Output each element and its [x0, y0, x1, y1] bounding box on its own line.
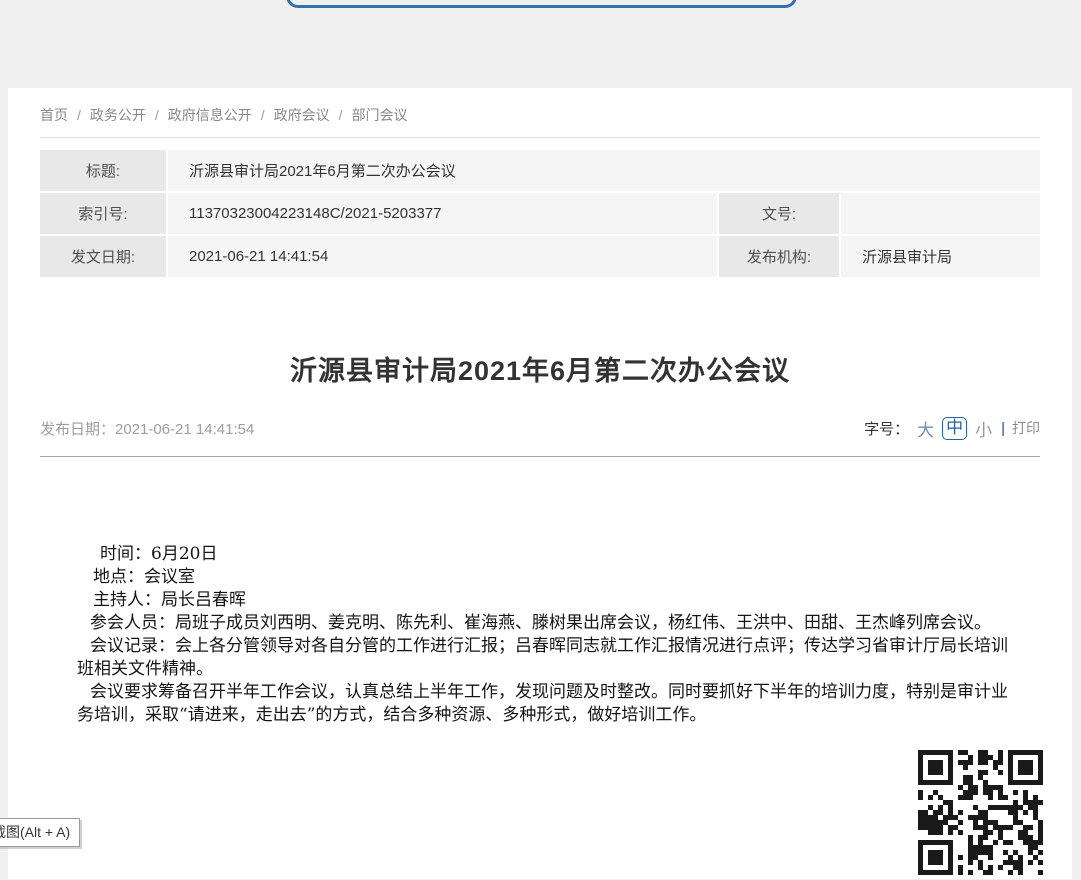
breadcrumb-divider [40, 137, 1040, 138]
print-button[interactable]: 打印 [1012, 418, 1040, 438]
document-meta-table: 标题: 沂源县审计局2021年6月第二次办公会议 索引号: 1137032300… [40, 150, 1040, 277]
meta-docnum-label: 文号: [719, 193, 839, 234]
breadcrumb-zhengwu[interactable]: 政务公开 [90, 107, 146, 123]
meta-index-label: 索引号: [40, 193, 166, 234]
fontsize-large-button[interactable]: 大 [917, 416, 934, 441]
fontsize-widget: 字号： 大 中 小 | 打印 [864, 416, 1040, 441]
fontsize-print-divider: | [1001, 420, 1005, 437]
article-paragraph: 地点：会议室 [77, 566, 1008, 589]
publish-date: 发布日期：2021-06-21 14:41:54 [40, 418, 254, 439]
breadcrumb-separator: / [261, 107, 265, 123]
article-body: 时间：6月20日 地点：会议室 主持人：局长吕春晖 参会人员：局班子成员刘西明、… [77, 543, 1008, 727]
meta-agency-label: 发布机构: [719, 236, 839, 277]
fontsize-medium-button[interactable]: 中 [942, 417, 967, 440]
qr-code [918, 750, 1043, 875]
breadcrumb-gov-meeting[interactable]: 政府会议 [274, 107, 330, 123]
article-paragraph: 参会人员：局班子成员刘西明、姜克明、陈先利、崔海燕、滕树果出席会议，杨红伟、王洪… [77, 612, 1008, 635]
article-head-divider [40, 456, 1040, 457]
meta-docnum-value [841, 193, 1040, 234]
fontsize-label: 字号： [864, 418, 909, 439]
meta-title-label: 标题: [40, 150, 166, 191]
breadcrumb: 首页 / 政务公开 / 政府信息公开 / 政府会议 / 部门会议 [40, 88, 1040, 125]
article-paragraph: 主持人：局长吕春晖 [77, 589, 1008, 612]
fontsize-small-button[interactable]: 小 [975, 416, 992, 441]
search-box-remnant[interactable] [286, 0, 797, 8]
breadcrumb-dept-meeting[interactable]: 部门会议 [352, 107, 408, 123]
article-paragraph: 会议记录：会上各分管领导对各自分管的工作进行汇报；吕春晖同志就工作汇报情况进行点… [77, 635, 1008, 681]
meta-index-value: 11370323004223148C/2021-5203377 [168, 193, 717, 234]
meta-date-label: 发文日期: [40, 236, 166, 277]
article-paragraph: 时间：6月20日 [77, 543, 1008, 566]
breadcrumb-separator: / [155, 107, 159, 123]
breadcrumb-separator: / [77, 107, 81, 123]
breadcrumb-info[interactable]: 政府信息公开 [168, 107, 252, 123]
breadcrumb-home[interactable]: 首页 [40, 107, 68, 123]
meta-date-value: 2021-06-21 14:41:54 [168, 236, 717, 277]
page-title: 沂源县审计局2021年6月第二次办公会议 [40, 349, 1040, 388]
main-panel: 首页 / 政务公开 / 政府信息公开 / 政府会议 / 部门会议 标题: 沂源县审计局2021年… [8, 88, 1072, 879]
screenshot-tooltip: 截图(Alt + A) [0, 818, 80, 847]
meta-title-value: 沂源县审计局2021年6月第二次办公会议 [168, 150, 1040, 191]
breadcrumb-separator: / [339, 107, 343, 123]
article-paragraph: 会议要求筹备召开半年工作会议，认真总结上半年工作，发现问题及时整改。同时要抓好下… [77, 681, 1008, 727]
meta-agency-value: 沂源县审计局 [841, 236, 1040, 277]
